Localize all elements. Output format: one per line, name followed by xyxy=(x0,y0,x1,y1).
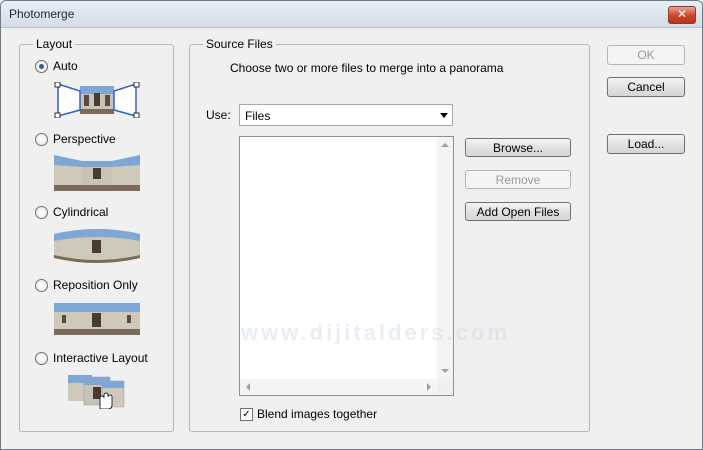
radio-button[interactable] xyxy=(35,351,48,365)
title-bar[interactable]: Photomerge ✕ xyxy=(1,1,702,28)
reposition-only-layout-thumbnail xyxy=(54,303,140,335)
blend-images-label: Blend images together xyxy=(257,407,378,421)
use-select[interactable]: Files xyxy=(239,104,453,126)
close-button[interactable]: ✕ xyxy=(668,6,696,24)
scroll-down-icon[interactable] xyxy=(441,369,449,373)
scroll-left-icon[interactable] xyxy=(246,383,250,391)
remove-button[interactable]: Remove xyxy=(465,170,571,189)
radio-label: Perspective xyxy=(53,132,116,146)
use-select-value: Files xyxy=(245,109,271,123)
source-files-legend: Source Files xyxy=(203,37,276,51)
radio-label: Interactive Layout xyxy=(53,351,148,365)
use-label: Use: xyxy=(206,108,231,122)
scrollbar-corner xyxy=(437,379,453,395)
blend-images-checkbox-row[interactable]: ✓ Blend images together xyxy=(240,407,377,421)
interactive-layout-thumbnail xyxy=(68,375,125,409)
radio-button[interactable] xyxy=(35,132,48,146)
window-title: Photomerge xyxy=(9,7,75,21)
chevron-down-icon xyxy=(440,113,448,118)
radio-auto[interactable]: Auto xyxy=(35,59,78,73)
radio-button[interactable] xyxy=(35,278,48,292)
radio-cylindrical[interactable]: Cylindrical xyxy=(35,205,108,219)
cancel-button[interactable]: Cancel xyxy=(607,77,685,97)
source-files-list[interactable] xyxy=(239,136,454,396)
radio-perspective[interactable]: Perspective xyxy=(35,132,116,146)
load-button[interactable]: Load... xyxy=(607,134,685,154)
cylindrical-layout-thumbnail xyxy=(54,229,140,263)
radio-button[interactable] xyxy=(35,205,48,219)
radio-label: Reposition Only xyxy=(53,278,138,292)
blend-images-checkbox[interactable]: ✓ xyxy=(240,407,253,421)
browse-button[interactable]: Browse... xyxy=(465,138,571,157)
radio-interactive-layout[interactable]: Interactive Layout xyxy=(35,351,148,365)
layout-group: Layout Auto Perspective Cylindrical Repo… xyxy=(19,37,174,432)
add-open-files-button[interactable]: Add Open Files xyxy=(465,202,571,221)
auto-layout-thumbnail xyxy=(54,82,140,118)
radio-button[interactable] xyxy=(35,59,48,73)
radio-label: Cylindrical xyxy=(53,205,109,219)
watermark-text: www.dijitalders.com xyxy=(241,320,510,345)
dialog-body: Layout Auto Perspective Cylindrical Repo… xyxy=(1,28,702,449)
radio-label: Auto xyxy=(53,59,78,73)
scroll-right-icon[interactable] xyxy=(427,383,431,391)
radio-reposition-only[interactable]: Reposition Only xyxy=(35,278,138,292)
scroll-up-icon[interactable] xyxy=(441,143,449,147)
horizontal-scrollbar[interactable] xyxy=(240,379,437,395)
photomerge-dialog: Photomerge ✕ Layout Auto Perspective Cyl… xyxy=(0,0,703,450)
ok-button[interactable]: OK xyxy=(607,45,685,65)
perspective-layout-thumbnail xyxy=(54,155,140,191)
instruction-text: Choose two or more files to merge into a… xyxy=(230,61,504,75)
layout-legend: Layout xyxy=(33,37,76,51)
